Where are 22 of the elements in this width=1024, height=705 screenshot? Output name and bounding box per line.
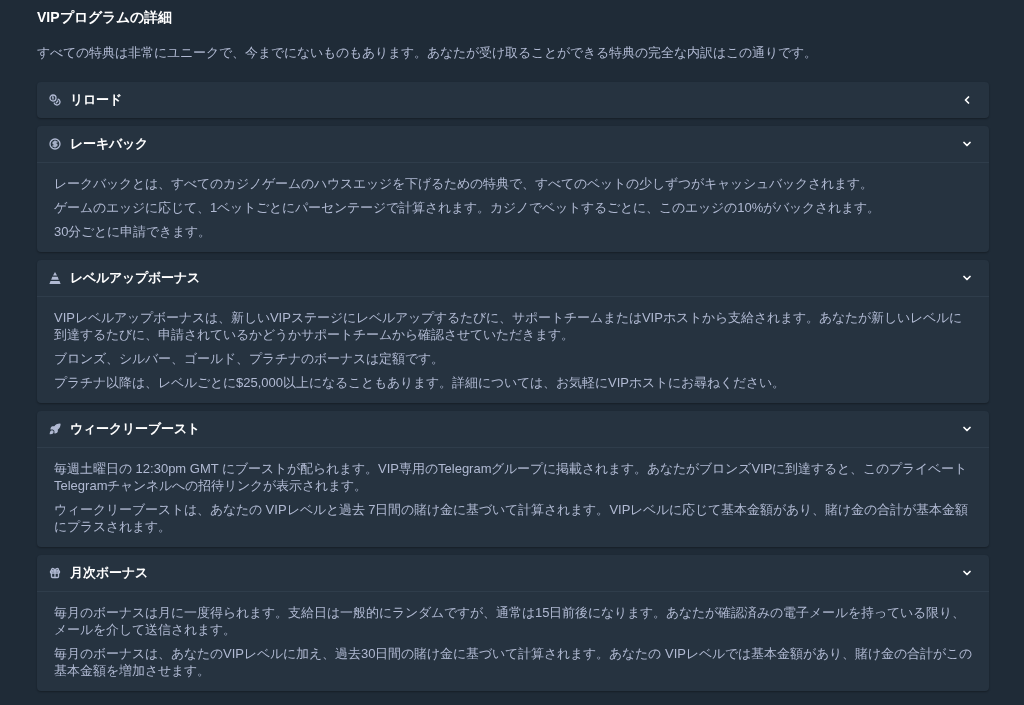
- section-paragraph: ゲームのエッジに応じて、1ベットごとにパーセンテージで計算されます。カジノでベットするごとに、このエッジの10%がバックされます。: [54, 199, 882, 216]
- gift-icon: [49, 567, 61, 579]
- dollar-coin-icon: [49, 138, 61, 150]
- rocket-icon: [49, 423, 61, 435]
- section-paragraph: VIPレベルアップボーナスは、新しいVIPステージにレベルアップするたびに、サポートチームまたはVIPホストから支給されます。あなたが新しいレベルに到達するたびに、申請されているかどうかサポートチームから確認させていただきます。: [54, 309, 963, 343]
- section-paragraph: ブロンズ、シルバー、ゴールド、プラチナのボーナスは定額です。: [54, 350, 445, 367]
- accordion-header[interactable]: 月次ボーナス: [37, 555, 989, 591]
- accordion-header[interactable]: リロード: [37, 82, 989, 118]
- intro-text: すべての特典は非常にユニークで、今までにないものもあります。あなたが受け取ることができる特典の完全な内訳はこの通りです。: [37, 44, 818, 62]
- accordion-header[interactable]: レーキバック: [37, 126, 989, 162]
- section-paragraph: 毎月のボーナスは、あなたのVIPレベルに加え、過去30日間の賭け金に基づいて計算されます。あなたの VIPレベルでは基本金額があり、賭け金の合計がこの基本金額を増加させます。: [54, 645, 972, 679]
- section-paragraph: 毎月のボーナスは月に一度得られます。支給日は一般的にランダムですが、通常は15日前後になります。あなたが確認済みの電子メールを持っている限り、メールを介して送信されます。: [54, 604, 967, 638]
- accordion-header[interactable]: レベルアップボーナス: [37, 260, 989, 296]
- coins-icon: [49, 94, 61, 106]
- page-title: VIPプログラムの詳細: [37, 8, 173, 26]
- accordion-header[interactable]: ウィークリーブースト: [37, 411, 989, 447]
- section-paragraph: 30分ごとに申請できます。: [54, 223, 213, 240]
- section-paragraph: レークバックとは、すべてのカジノゲームのハウスエッジを下げるための特典で、すべてのベットの少しずつがキャッシュバックされます。: [54, 175, 874, 192]
- section-paragraph: 毎週土曜日の 12:30pm GMT にブーストが配られます。VIP専用のTelegramグループに掲載されます。あなたがブロンズVIPに到達すると、このプライベートTelegramチャンネルへの招待リンクが表示されます。: [54, 460, 969, 494]
- pyramid-icon: [49, 272, 61, 284]
- section-paragraph: プラチナ以降は、レベルごとに$25,000以上になることもあります。詳細については、お気軽にVIPホストにお尋ねください。: [54, 374, 786, 391]
- section-paragraph: ウィークリーブーストは、あなたの VIPレベルと過去 7日間の賭け金に基づいて計算されます。VIPレベルに応じて基本金額があり、賭け金の合計が基本金額にプラスされます。: [54, 501, 970, 535]
